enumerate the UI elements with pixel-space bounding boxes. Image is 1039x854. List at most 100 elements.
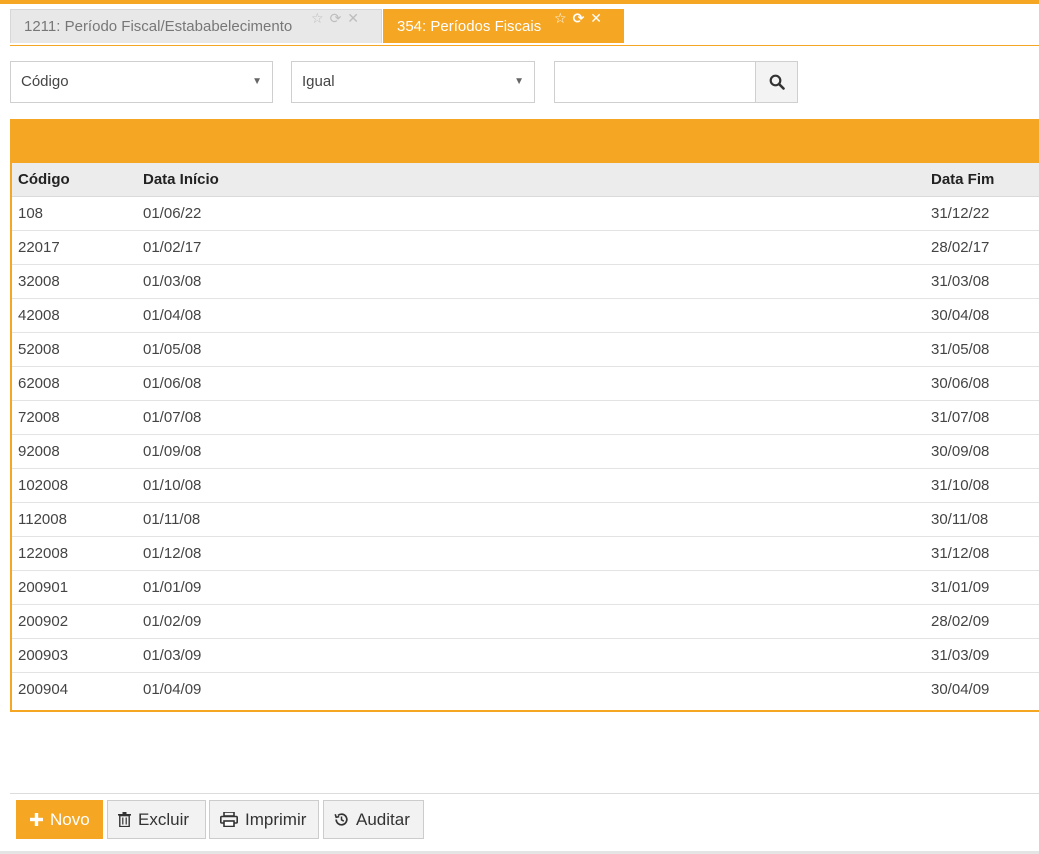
cell-data-inicio: 01/01/09 <box>143 579 202 596</box>
cell-codigo: 200902 <box>18 613 69 630</box>
print-icon <box>220 812 238 827</box>
table-row[interactable]: 22017 01/02/17 28/02/17 <box>12 231 1039 265</box>
table-row[interactable]: 62008 01/06/08 30/06/08 <box>12 367 1039 401</box>
search-button[interactable] <box>755 61 798 103</box>
filter-operator-select[interactable]: Igual ▼ <box>291 61 535 103</box>
cell-data-inicio: 01/03/09 <box>143 647 202 664</box>
star-icon[interactable]: ☆ <box>554 10 567 26</box>
cell-codigo: 200901 <box>18 579 69 596</box>
cell-data-fim: 31/05/08 <box>931 341 990 358</box>
imprimir-label: Imprimir <box>245 810 307 829</box>
column-header-codigo[interactable]: Código <box>18 163 70 196</box>
auditar-button[interactable]: Auditar <box>323 800 424 839</box>
cell-codigo: 72008 <box>18 409 60 426</box>
cell-data-inicio: 01/06/22 <box>143 205 202 222</box>
cell-data-fim: 31/03/08 <box>931 273 990 290</box>
table-row[interactable]: 92008 01/09/08 30/09/08 <box>12 435 1039 469</box>
cell-codigo: 200904 <box>18 681 69 698</box>
table-row[interactable]: 52008 01/05/08 31/05/08 <box>12 333 1039 367</box>
close-icon[interactable]: ✕ <box>590 10 602 26</box>
table-row[interactable]: 42008 01/04/08 30/04/08 <box>12 299 1039 333</box>
cell-codigo: 42008 <box>18 307 60 324</box>
cell-data-fim: 31/03/09 <box>931 647 990 664</box>
cell-data-inicio: 01/11/08 <box>143 511 201 528</box>
cell-data-fim: 31/12/22 <box>931 205 990 222</box>
cell-codigo: 22017 <box>18 239 60 256</box>
table-body: 108 01/06/22 31/12/22 22017 01/02/17 28/02/17… <box>12 197 1039 707</box>
cell-codigo: 52008 <box>18 341 60 358</box>
cell-codigo: 108 <box>18 205 44 222</box>
cell-data-fim: 30/09/08 <box>931 443 990 460</box>
cell-codigo: 122008 <box>18 545 69 562</box>
search-input[interactable] <box>554 61 756 103</box>
grid-title-bar <box>12 119 1039 163</box>
search-icon <box>769 74 785 90</box>
top-accent-bar <box>0 0 1039 4</box>
cell-data-inicio: 01/02/17 <box>143 239 202 256</box>
column-header-data-inicio[interactable]: Data Início <box>143 163 219 196</box>
caret-down-icon: ▼ <box>252 76 262 87</box>
cell-data-fim: 28/02/17 <box>931 239 990 256</box>
imprimir-button[interactable]: Imprimir <box>209 800 319 839</box>
tab-periodo-fiscal-estabelecimento[interactable]: 1211: Período Fiscal/Estababelecimento ☆… <box>10 9 382 43</box>
cell-data-inicio: 01/04/08 <box>143 307 202 324</box>
tab-label: 354: Períodos Fiscais <box>397 18 542 35</box>
cell-data-inicio: 01/05/08 <box>143 341 202 358</box>
tab-periodos-fiscais[interactable]: 354: Períodos Fiscais ☆ ⟳ ✕ <box>383 9 624 43</box>
cell-data-fim: 31/07/08 <box>931 409 990 426</box>
cell-codigo: 32008 <box>18 273 60 290</box>
tab-underline <box>10 45 1039 46</box>
divider <box>10 793 1039 794</box>
history-icon <box>334 812 349 827</box>
cell-data-fim: 30/04/09 <box>931 681 990 698</box>
refresh-icon[interactable]: ⟳ <box>573 10 585 26</box>
cell-data-inicio: 01/10/08 <box>143 477 202 494</box>
table-row[interactable]: 200903 01/03/09 31/03/09 <box>12 639 1039 673</box>
star-icon[interactable]: ☆ <box>311 10 324 26</box>
column-header-data-fim[interactable]: Data Fim <box>931 163 994 196</box>
cell-data-inicio: 01/03/08 <box>143 273 202 290</box>
refresh-icon[interactable]: ⟳ <box>330 10 342 26</box>
cell-data-fim: 28/02/09 <box>931 613 990 630</box>
cell-data-inicio: 01/06/08 <box>143 375 202 392</box>
table-row[interactable]: 200901 01/01/09 31/01/09 <box>12 571 1039 605</box>
cell-codigo: 62008 <box>18 375 60 392</box>
table-row[interactable]: 32008 01/03/08 31/03/08 <box>12 265 1039 299</box>
column-header-row: Código Data Início Data Fim <box>12 163 1039 197</box>
filter-field-value: Código <box>21 73 69 90</box>
cell-data-fim: 31/01/09 <box>931 579 990 596</box>
table-row[interactable]: 112008 01/11/08 30/11/08 <box>12 503 1039 537</box>
table-row[interactable]: 102008 01/10/08 31/10/08 <box>12 469 1039 503</box>
filter-operator-value: Igual <box>302 73 335 90</box>
table-row[interactable]: 122008 01/12/08 31/12/08 <box>12 537 1039 571</box>
cell-data-fim: 30/04/08 <box>931 307 990 324</box>
cell-data-inicio: 01/07/08 <box>143 409 202 426</box>
close-icon[interactable]: ✕ <box>347 10 359 26</box>
plus-icon <box>30 813 43 826</box>
excluir-button[interactable]: Excluir <box>107 800 206 839</box>
excluir-label: Excluir <box>138 810 190 829</box>
table-row[interactable]: 200904 01/04/09 30/04/09 <box>12 673 1039 707</box>
table-row[interactable]: 108 01/06/22 31/12/22 <box>12 197 1039 231</box>
cell-data-inicio: 01/04/09 <box>143 681 202 698</box>
cell-data-inicio: 01/09/08 <box>143 443 202 460</box>
trash-icon <box>118 812 131 827</box>
periods-grid: Código Data Início Data Fim 108 01/06/22 3… <box>10 119 1039 712</box>
caret-down-icon: ▼ <box>514 76 524 87</box>
cell-codigo: 92008 <box>18 443 60 460</box>
cell-data-inicio: 01/12/08 <box>143 545 202 562</box>
novo-label: Novo <box>50 810 90 829</box>
table-row[interactable]: 200902 01/02/09 28/02/09 <box>12 605 1039 639</box>
cell-codigo: 112008 <box>18 511 67 528</box>
tab-label: 1211: Período Fiscal/Estababelecimento <box>24 18 293 35</box>
cell-data-fim: 31/12/08 <box>931 545 990 562</box>
cell-data-inicio: 01/02/09 <box>143 613 202 630</box>
filter-field-select[interactable]: Código ▼ <box>10 61 273 103</box>
auditar-label: Auditar <box>356 810 410 829</box>
cell-codigo: 102008 <box>18 477 69 494</box>
novo-button[interactable]: Novo <box>16 800 103 839</box>
cell-data-fim: 30/06/08 <box>931 375 990 392</box>
table-row[interactable]: 72008 01/07/08 31/07/08 <box>12 401 1039 435</box>
cell-codigo: 200903 <box>18 647 69 664</box>
cell-data-fim: 31/10/08 <box>931 477 990 494</box>
